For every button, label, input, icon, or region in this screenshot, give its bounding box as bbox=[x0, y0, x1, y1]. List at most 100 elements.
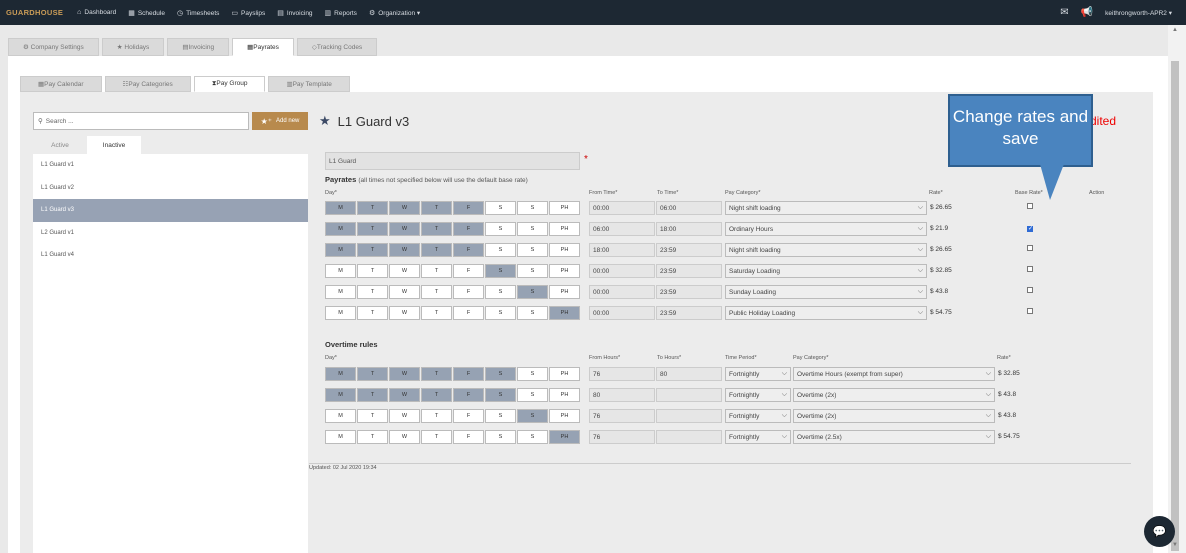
to-time-input[interactable]: 23:59 bbox=[656, 306, 722, 320]
day-toggle-m0[interactable]: M bbox=[325, 264, 356, 278]
list-item[interactable]: L2 Guard v1 bbox=[33, 222, 308, 245]
from-time-input[interactable]: 18:00 bbox=[589, 243, 655, 257]
day-toggle-s6[interactable]: S bbox=[517, 222, 548, 236]
day-toggle-f4[interactable]: F bbox=[453, 243, 484, 257]
day-toggle-s6[interactable]: S bbox=[517, 264, 548, 278]
day-toggle-ph7[interactable]: PH bbox=[549, 201, 580, 215]
to-hours-input[interactable] bbox=[656, 388, 722, 402]
day-toggle-s5[interactable]: S bbox=[485, 306, 516, 320]
pay-category-select[interactable]: Sunday Loading ⌵ bbox=[725, 285, 927, 299]
day-toggle-t1[interactable]: T bbox=[357, 430, 388, 444]
day-toggle-ph7[interactable]: PH bbox=[549, 430, 580, 444]
day-toggle-t3[interactable]: T bbox=[421, 243, 452, 257]
add-new-button[interactable]: ★⁺ Add new bbox=[252, 112, 308, 130]
tab-active[interactable]: Active bbox=[33, 136, 87, 154]
pay-category-select[interactable]: Night shift loading ⌵ bbox=[725, 243, 927, 257]
from-time-input[interactable]: 00:00 bbox=[589, 285, 655, 299]
scrollbar[interactable]: ▲ ▼ bbox=[1168, 25, 1186, 553]
day-toggle-ph7[interactable]: PH bbox=[549, 367, 580, 381]
from-hours-input[interactable]: 76 bbox=[589, 409, 655, 423]
tab-settings-4[interactable]: ◇Tracking Codes bbox=[296, 38, 378, 56]
base-rate-checkbox[interactable] bbox=[1027, 266, 1033, 272]
day-toggle-s6[interactable]: S bbox=[517, 306, 548, 320]
day-toggle-m0[interactable]: M bbox=[325, 409, 356, 423]
day-toggle-w2[interactable]: W bbox=[389, 430, 420, 444]
nav-item-organization[interactable]: ⚙ Organization ▾ bbox=[369, 9, 420, 17]
list-item[interactable]: L1 Guard v2 bbox=[33, 177, 308, 200]
day-toggle-m0[interactable]: M bbox=[325, 201, 356, 215]
day-toggle-s6[interactable]: S bbox=[517, 409, 548, 423]
base-rate-checkbox[interactable] bbox=[1027, 245, 1033, 251]
day-toggle-f4[interactable]: F bbox=[453, 306, 484, 320]
day-toggle-t3[interactable]: T bbox=[421, 430, 452, 444]
day-toggle-t3[interactable]: T bbox=[421, 367, 452, 381]
tab-settings-0[interactable]: ⚙ Company Settings bbox=[8, 38, 99, 56]
brand-logo[interactable]: GUARDHOUSE bbox=[6, 8, 63, 17]
to-time-input[interactable]: 23:59 bbox=[656, 243, 722, 257]
day-toggle-t3[interactable]: T bbox=[421, 201, 452, 215]
base-rate-checkbox[interactable] bbox=[1027, 203, 1033, 209]
day-toggle-w2[interactable]: W bbox=[389, 264, 420, 278]
day-toggle-m0[interactable]: M bbox=[325, 367, 356, 381]
day-toggle-s5[interactable]: S bbox=[485, 367, 516, 381]
pay-group-name-input[interactable]: L1 Guard bbox=[325, 152, 580, 170]
pay-category-select[interactable]: Overtime (2x) ⌵ bbox=[793, 409, 995, 423]
day-toggle-t1[interactable]: T bbox=[357, 285, 388, 299]
to-time-input[interactable]: 06:00 bbox=[656, 201, 722, 215]
nav-item-schedule[interactable]: ▦ Schedule bbox=[128, 9, 165, 17]
day-toggle-t3[interactable]: T bbox=[421, 409, 452, 423]
day-toggle-s5[interactable]: S bbox=[485, 222, 516, 236]
list-item[interactable]: L1 Guard v4 bbox=[33, 244, 308, 267]
day-toggle-w2[interactable]: W bbox=[389, 306, 420, 320]
from-time-input[interactable]: 00:00 bbox=[589, 306, 655, 320]
to-time-input[interactable]: 18:00 bbox=[656, 222, 722, 236]
to-hours-input[interactable] bbox=[656, 409, 722, 423]
day-toggle-s5[interactable]: S bbox=[485, 388, 516, 402]
day-toggle-w2[interactable]: W bbox=[389, 388, 420, 402]
day-toggle-w2[interactable]: W bbox=[389, 243, 420, 257]
day-toggle-w2[interactable]: W bbox=[389, 285, 420, 299]
day-toggle-ph7[interactable]: PH bbox=[549, 243, 580, 257]
day-toggle-m0[interactable]: M bbox=[325, 306, 356, 320]
to-time-input[interactable]: 23:59 bbox=[656, 264, 722, 278]
list-item[interactable]: L1 Guard v3 bbox=[33, 199, 308, 222]
base-rate-checkbox[interactable]: ✓ bbox=[1027, 226, 1033, 232]
day-toggle-ph7[interactable]: PH bbox=[549, 306, 580, 320]
day-toggle-t1[interactable]: T bbox=[357, 222, 388, 236]
day-toggle-s5[interactable]: S bbox=[485, 243, 516, 257]
day-toggle-s5[interactable]: S bbox=[485, 264, 516, 278]
day-toggle-t1[interactable]: T bbox=[357, 367, 388, 381]
day-toggle-f4[interactable]: F bbox=[453, 264, 484, 278]
from-time-input[interactable]: 06:00 bbox=[589, 222, 655, 236]
day-toggle-ph7[interactable]: PH bbox=[549, 409, 580, 423]
nav-item-dashboard[interactable]: ⌂ Dashboard bbox=[77, 9, 116, 17]
mail-icon[interactable]: ✉ bbox=[1060, 7, 1068, 18]
day-toggle-m0[interactable]: M bbox=[325, 388, 356, 402]
time-period-select[interactable]: Fortnightly ⌵ bbox=[725, 367, 791, 381]
time-period-select[interactable]: Fortnightly ⌵ bbox=[725, 430, 791, 444]
day-toggle-s6[interactable]: S bbox=[517, 285, 548, 299]
day-toggle-f4[interactable]: F bbox=[453, 367, 484, 381]
base-rate-checkbox[interactable] bbox=[1027, 287, 1033, 293]
tab-payrates-3[interactable]: ▥Pay Template bbox=[268, 76, 350, 92]
pay-category-select[interactable]: Public Holiday Loading ⌵ bbox=[725, 306, 927, 320]
time-period-select[interactable]: Fortnightly ⌵ bbox=[725, 409, 791, 423]
time-period-select[interactable]: Fortnightly ⌵ bbox=[725, 388, 791, 402]
day-toggle-s6[interactable]: S bbox=[517, 430, 548, 444]
day-toggle-s5[interactable]: S bbox=[485, 430, 516, 444]
from-time-input[interactable]: 00:00 bbox=[589, 264, 655, 278]
day-toggle-w2[interactable]: W bbox=[389, 201, 420, 215]
day-toggle-w2[interactable]: W bbox=[389, 222, 420, 236]
day-toggle-f4[interactable]: F bbox=[453, 222, 484, 236]
day-toggle-s6[interactable]: S bbox=[517, 201, 548, 215]
search-input[interactable]: ⚲ Search ... bbox=[33, 112, 249, 130]
pay-category-select[interactable]: Ordinary Hours ⌵ bbox=[725, 222, 927, 236]
user-menu[interactable]: keithrongworth-APR2 ▾ bbox=[1105, 9, 1172, 17]
nav-item-invoicing[interactable]: ▤ Invoicing bbox=[277, 9, 312, 17]
day-toggle-t1[interactable]: T bbox=[357, 243, 388, 257]
day-toggle-ph7[interactable]: PH bbox=[549, 222, 580, 236]
day-toggle-f4[interactable]: F bbox=[453, 409, 484, 423]
from-hours-input[interactable]: 76 bbox=[589, 367, 655, 381]
nav-item-payslips[interactable]: ▭ Payslips bbox=[231, 9, 265, 17]
day-toggle-f4[interactable]: F bbox=[453, 201, 484, 215]
